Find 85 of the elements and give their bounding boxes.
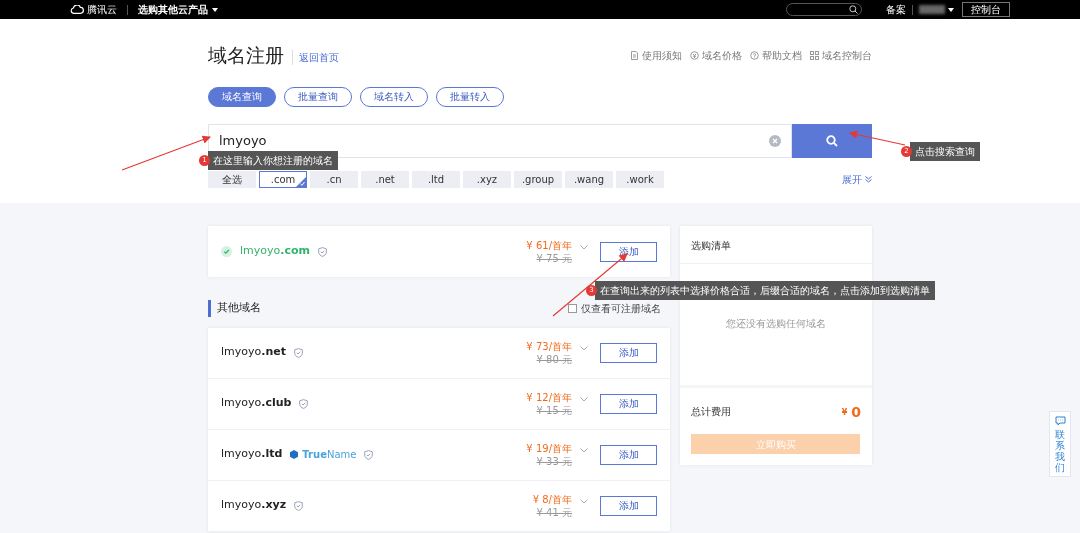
original-price: ¥ 33 元: [535, 455, 572, 468]
coin-icon[interactable]: [690, 50, 699, 60]
domain-name: lmyoyo.com: [240, 243, 310, 260]
filing-link[interactable]: 备案: [886, 2, 906, 17]
price: ¥ 19/首年: [526, 441, 572, 456]
cart-title: 选购清单: [691, 240, 731, 251]
suffix-option[interactable]: 全选: [208, 170, 256, 188]
checkbox-label[interactable]: 仅查看可注册域名: [581, 300, 661, 316]
chevron-down-icon[interactable]: [580, 499, 588, 504]
shield-icon: [294, 501, 304, 511]
blurred-username: [919, 5, 945, 14]
currency-symbol: ¥: [841, 406, 848, 419]
search-icon[interactable]: [849, 5, 858, 14]
header-link[interactable]: 域名控制台: [822, 47, 872, 63]
header-link[interactable]: 使用须知: [642, 47, 682, 63]
domain-name: lmyoyo.xyz: [221, 497, 287, 514]
price: ¥ 61/首年: [526, 238, 572, 253]
chevron-down-icon[interactable]: [580, 397, 588, 402]
total-amount: 0: [851, 404, 861, 419]
price: ¥ 8/首年: [532, 492, 572, 507]
hexagon-logo-icon: [290, 450, 299, 459]
tab[interactable]: 批量转入: [436, 86, 504, 107]
console-button[interactable]: 控制台: [962, 2, 1010, 17]
check-corner-icon: [296, 176, 306, 187]
search-icon: [826, 134, 838, 147]
contact-panel[interactable]: 联系我们: [1049, 411, 1071, 477]
annotation-tooltip: 在这里输入你想注册的域名: [208, 151, 338, 170]
clear-icon[interactable]: [769, 134, 781, 147]
suffix-option[interactable]: .cn: [310, 170, 358, 188]
price: ¥ 12/首年: [526, 390, 572, 405]
checkbox[interactable]: [568, 303, 577, 313]
product-menu[interactable]: 选购其他云产品: [138, 2, 208, 17]
chevron-down-icon[interactable]: [580, 448, 588, 453]
search-button[interactable]: [792, 123, 872, 158]
tab[interactable]: 批量查询: [284, 86, 352, 107]
domain-name: lmyoyo.net: [221, 344, 286, 361]
doc-icon[interactable]: [630, 50, 639, 60]
chevron-down-icon[interactable]: [580, 346, 588, 351]
add-button[interactable]: 添加: [600, 342, 657, 363]
annotation-arrow: [848, 130, 906, 146]
section-title: 其他域名: [208, 300, 261, 317]
double-chevron-icon[interactable]: [865, 175, 872, 183]
tab[interactable]: 域名查询: [208, 86, 276, 107]
suffix-option[interactable]: .net: [361, 170, 409, 188]
domain-name: lmyoyo.club: [221, 395, 292, 412]
add-button[interactable]: 添加: [600, 393, 657, 414]
caret-icon[interactable]: [212, 7, 218, 12]
total-label: 总计费用: [691, 405, 731, 419]
check-circle-icon: [221, 246, 232, 257]
original-price: ¥ 80 元: [535, 353, 572, 366]
shield-icon: [294, 348, 303, 358]
annotation-tooltip: 点击搜索查询: [910, 142, 980, 161]
suffix-option[interactable]: .com: [259, 170, 307, 188]
tab[interactable]: 域名转入: [360, 86, 428, 107]
chevron-down-icon[interactable]: [580, 245, 588, 250]
home-link[interactable]: 返回首页: [292, 49, 339, 65]
truename-label: TrueName: [302, 448, 357, 462]
chat-icon[interactable]: [1054, 416, 1066, 426]
shield-icon: [318, 247, 327, 257]
empty-cart-message: 您还没有选购任何域名: [726, 317, 826, 331]
original-price: ¥ 15 元: [535, 404, 572, 417]
cloud-logo-icon: [70, 5, 84, 14]
domain-name: lmyoyo.ltd: [221, 446, 283, 463]
add-button[interactable]: 添加: [600, 444, 657, 465]
header-link[interactable]: 帮助文档: [762, 47, 802, 63]
grid-icon[interactable]: [810, 50, 819, 60]
question-icon[interactable]: [750, 50, 759, 60]
price: ¥ 73/首年: [526, 339, 572, 354]
page-title: 域名注册: [208, 43, 284, 68]
annotation-tooltip: 在查询出来的列表中选择价格合适，后缀合适的域名，点击添加到选购清单: [595, 281, 935, 300]
original-price: ¥ 75 元: [535, 252, 572, 265]
add-button[interactable]: 添加: [600, 495, 657, 516]
logo-text[interactable]: 腾讯云: [87, 2, 117, 17]
caret-icon[interactable]: [948, 7, 954, 12]
expand-link[interactable]: 展开: [842, 171, 862, 187]
shield-icon: [299, 399, 309, 409]
suffix-option[interactable]: .xyz: [463, 170, 511, 188]
contact-label[interactable]: 联系我们: [1055, 429, 1065, 473]
suffix-option[interactable]: .ltd: [412, 170, 460, 188]
header-link[interactable]: 域名价格: [702, 47, 742, 63]
suffix-option[interactable]: .wang: [565, 170, 613, 188]
original-price: ¥ 41 元: [535, 506, 572, 519]
suffix-option[interactable]: .work: [616, 170, 664, 188]
shield-icon: [364, 450, 374, 460]
suffix-option[interactable]: .group: [514, 170, 562, 188]
